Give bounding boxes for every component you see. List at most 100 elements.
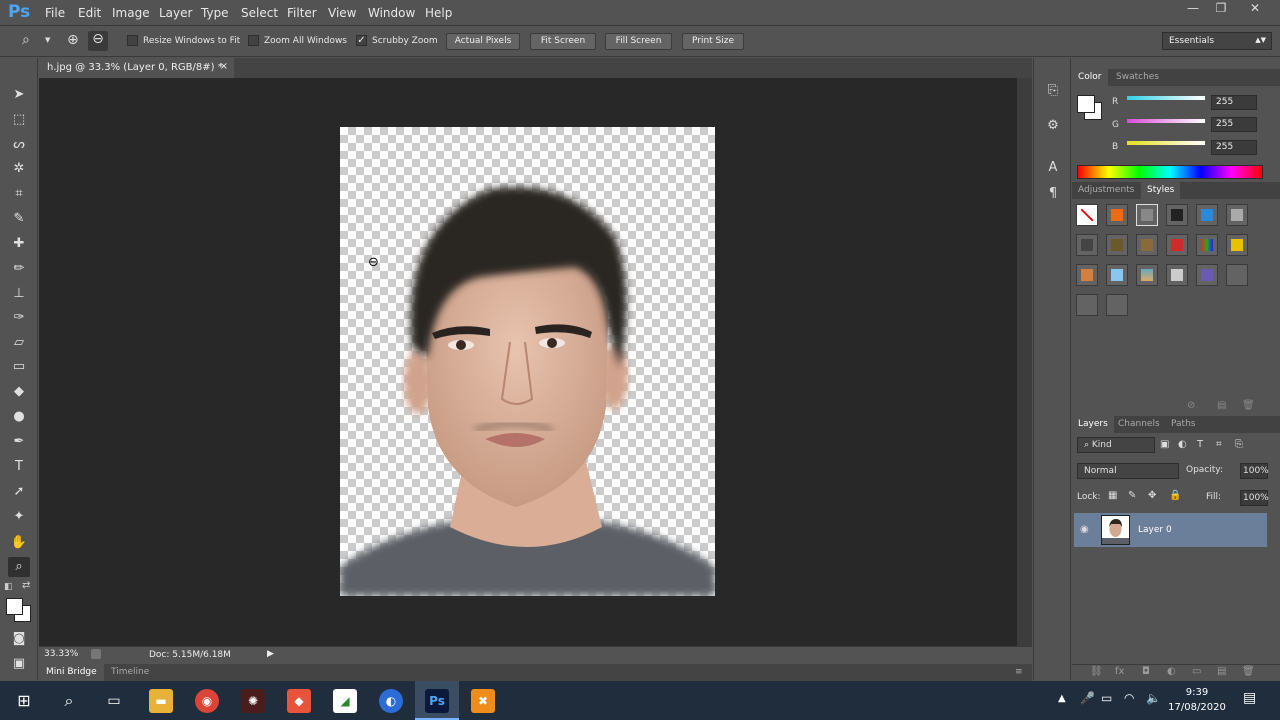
file-explorer-icon[interactable]: ▬ — [149, 689, 173, 713]
style-blue-glass[interactable] — [1196, 204, 1218, 226]
style-red[interactable] — [1166, 234, 1188, 256]
xampp-icon[interactable]: ✖ — [471, 689, 495, 713]
gradient-tool-icon[interactable]: ▭ — [8, 357, 30, 377]
new-group-icon[interactable]: ▭ — [1192, 666, 1201, 677]
style-empty-2[interactable] — [1076, 294, 1098, 316]
workspace-select[interactable]: Essentials ▲▼ — [1162, 32, 1272, 50]
zoom-all-windows-checkbox[interactable] — [248, 35, 259, 46]
close-window-button[interactable]: ✕ — [1244, 1, 1266, 17]
zoom-tool-icon[interactable]: ⌕ — [22, 32, 30, 48]
style-orange[interactable] — [1106, 204, 1128, 226]
style-purple[interactable] — [1196, 264, 1218, 286]
history-brush-tool-icon[interactable]: ✑ — [8, 308, 30, 328]
style-none[interactable] — [1076, 204, 1098, 226]
layer-filter-kind[interactable]: ⌕ Kind — [1077, 437, 1155, 453]
crop-tool-icon[interactable]: ⌗ — [8, 184, 30, 204]
move-tool-icon[interactable]: ➤ — [8, 85, 30, 105]
tab-swatches[interactable]: Swatches — [1110, 69, 1165, 86]
menu-select[interactable]: Select — [241, 6, 278, 20]
print-size-button[interactable]: Print Size — [682, 33, 744, 50]
healing-brush-tool-icon[interactable]: ✚ — [8, 234, 30, 254]
lasso-tool-icon[interactable]: ᔕ — [8, 135, 30, 155]
layer-name[interactable]: Layer 0 — [1138, 525, 1172, 535]
hand-tool-icon[interactable]: ✋ — [8, 533, 30, 553]
tool-preset-chevron-icon[interactable]: ▼ — [45, 36, 50, 44]
brush-tool-icon[interactable]: ✏ — [8, 259, 30, 279]
menu-edit[interactable]: Edit — [78, 6, 101, 20]
delete-style-icon[interactable]: 🗑 — [1242, 400, 1255, 411]
quick-select-tool-icon[interactable]: ✲ — [8, 159, 30, 179]
swap-colors-icon[interactable]: ⇄ — [22, 580, 30, 591]
status-menu-arrow-icon[interactable]: ▶ — [267, 649, 274, 659]
style-dark-grey[interactable] — [1076, 234, 1098, 256]
document-image[interactable] — [340, 127, 715, 596]
menu-view[interactable]: View — [328, 6, 356, 20]
eyedropper-tool-icon[interactable]: ✎ — [8, 209, 30, 229]
tab-paths[interactable]: Paths — [1165, 416, 1201, 433]
character-panel-icon[interactable]: A — [1044, 160, 1062, 178]
menu-file[interactable]: File — [45, 6, 65, 20]
resize-windows-checkbox[interactable] — [127, 35, 138, 46]
menu-image[interactable]: Image — [112, 6, 150, 20]
app-icon-1[interactable]: ✺ — [241, 689, 265, 713]
style-copper[interactable] — [1076, 264, 1098, 286]
app-icon-3[interactable]: ◢ — [333, 689, 357, 713]
taskbar-clock[interactable]: 9:39 17/08/2020 — [1168, 685, 1226, 715]
menu-help[interactable]: Help — [425, 6, 452, 20]
channel-b-slider[interactable] — [1127, 141, 1205, 145]
new-style-icon[interactable]: ▤ — [1217, 400, 1226, 411]
clone-stamp-tool-icon[interactable]: ⊥ — [8, 284, 30, 304]
chrome-icon[interactable]: ◉ — [195, 689, 219, 713]
channel-g-slider[interactable] — [1127, 119, 1205, 123]
battery-icon[interactable]: ▭ — [1101, 691, 1112, 705]
style-grey[interactable] — [1226, 204, 1248, 226]
style-sky[interactable] — [1106, 264, 1128, 286]
search-icon[interactable]: ⌕ — [57, 689, 81, 713]
fit-screen-button[interactable]: Fit Screen — [530, 33, 596, 50]
style-gold[interactable] — [1226, 234, 1248, 256]
restore-button[interactable]: ❐ — [1210, 1, 1232, 17]
tab-mini-bridge[interactable]: Mini Bridge — [39, 664, 104, 681]
menu-type[interactable]: Type — [201, 6, 229, 20]
tray-chevron-up-icon[interactable]: ▲ — [1058, 693, 1066, 704]
default-colors-icon[interactable]: ◧ — [4, 582, 13, 592]
style-empty-3[interactable] — [1106, 294, 1128, 316]
quick-mask-icon[interactable]: ◙ — [8, 629, 30, 649]
fill-value[interactable]: 100% — [1240, 490, 1269, 506]
fill-screen-button[interactable]: Fill Screen — [605, 33, 672, 50]
menu-layer[interactable]: Layer — [159, 6, 192, 20]
tab-layers[interactable]: Layers — [1072, 416, 1114, 433]
clear-style-icon[interactable]: ⊘ — [1187, 400, 1195, 411]
close-tab-icon[interactable]: × — [220, 61, 228, 72]
zoom-out-icon[interactable]: ⊖ — [88, 31, 108, 51]
scrubby-zoom-checkbox[interactable]: ✓ — [356, 35, 367, 46]
screen-mode-icon[interactable]: ▣ — [8, 654, 30, 674]
pen-tool-icon[interactable]: ✒ — [8, 432, 30, 452]
task-view-icon[interactable]: ▭ — [102, 689, 126, 713]
lock-all-icon[interactable]: 🔒 — [1169, 490, 1181, 501]
history-panel-icon[interactable]: ⎘ — [1044, 83, 1062, 101]
path-select-tool-icon[interactable]: ➚ — [8, 482, 30, 502]
zoom-level-field[interactable]: 33.33% — [44, 649, 96, 659]
eraser-tool-icon[interactable]: ▱ — [8, 333, 30, 353]
delete-layer-icon[interactable]: 🗑 — [1242, 666, 1255, 677]
panel-menu-icon[interactable]: ≡ — [1015, 667, 1023, 677]
document-tab[interactable]: h.jpg @ 33.3% (Layer 0, RGB/8#) * × — [39, 58, 234, 78]
tab-channels[interactable]: Channels — [1112, 416, 1166, 433]
layer-style-icon[interactable]: fx — [1115, 666, 1124, 677]
volume-icon[interactable]: 🔈 — [1146, 691, 1161, 705]
tab-styles[interactable]: Styles — [1141, 182, 1181, 199]
lock-transparency-icon[interactable]: ▦ — [1108, 490, 1117, 501]
style-silver[interactable] — [1166, 264, 1188, 286]
lock-image-icon[interactable]: ✎ — [1128, 490, 1136, 501]
paragraph-panel-icon[interactable]: ¶ — [1044, 186, 1062, 204]
minimize-button[interactable]: — — [1182, 1, 1204, 17]
color-fg-swatch[interactable] — [1077, 95, 1095, 113]
layer-row[interactable]: ◉ Layer 0 — [1074, 513, 1267, 547]
menu-window[interactable]: Window — [368, 6, 415, 20]
channel-r-slider[interactable] — [1127, 96, 1205, 100]
properties-panel-icon[interactable]: ⚙ — [1044, 118, 1062, 136]
zoom-tool-active-icon[interactable]: ⌕ — [8, 557, 30, 577]
shape-tool-icon[interactable]: ✦ — [8, 507, 30, 527]
zoom-in-icon[interactable]: ⊕ — [67, 32, 79, 48]
